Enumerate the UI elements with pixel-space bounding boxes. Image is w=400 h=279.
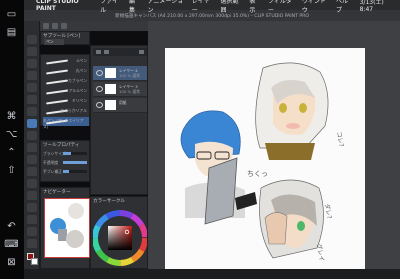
selection-tool-icon[interactable] <box>27 83 37 92</box>
layer-thumbnail <box>105 100 116 110</box>
new-layer-icon[interactable] <box>96 50 101 54</box>
brush-item[interactable]: ミリペン <box>43 97 89 106</box>
eyedropper-tool-icon[interactable] <box>27 107 37 116</box>
visibility-eye-icon[interactable] <box>96 102 103 108</box>
navigator-title: ナビゲーター <box>43 190 71 195</box>
hide-menu-icon[interactable]: ▤ <box>4 26 19 38</box>
zoom-tool-icon[interactable] <box>27 35 37 44</box>
figure-tool-icon[interactable] <box>27 215 37 224</box>
side-toolbar: ▭ ▤ ⌘ ⌥ ⌃ ⇧ ↶ ⌨ ⊠ <box>0 0 24 279</box>
operation-tool-icon[interactable] <box>27 59 37 68</box>
open-file-icon[interactable] <box>52 23 58 29</box>
tab-pen[interactable]: ペン <box>44 39 64 45</box>
delete-layer-icon[interactable] <box>139 50 144 54</box>
brush-item[interactable]: リアルGペン <box>43 87 89 96</box>
fill-tool-icon[interactable] <box>27 191 37 200</box>
layer-panel: レイヤー 4 100 % 通常 レイヤー 3 100 % 通常 用紙 <box>90 45 148 195</box>
move-layer-tool-icon[interactable] <box>27 71 37 80</box>
control-key-icon[interactable]: ⌃ <box>4 146 19 158</box>
balloon-tool-icon[interactable] <box>27 239 37 248</box>
sidebar-toggle-icon[interactable]: ▭ <box>4 8 19 20</box>
brush-item[interactable]: Gペン <box>43 57 89 66</box>
subtool-list: Gペン 丸ペン カブラペン リアルGペン ミリペン なめらかリアル 丸ペン (ア… <box>40 54 90 129</box>
layer-thumbnail <box>105 84 116 94</box>
gradient-tool-icon[interactable] <box>27 203 37 212</box>
visibility-eye-icon[interactable] <box>96 70 103 76</box>
new-folder-icon[interactable] <box>104 50 109 54</box>
illustration: ちくっ コレ? ダレ? グレイ <box>180 62 345 262</box>
visibility-eye-icon[interactable] <box>96 86 103 92</box>
stabilization-slider[interactable]: 手ブレ補正 <box>43 169 89 175</box>
tool-property-title: ツールプロパティ <box>43 143 80 148</box>
subtool-header: サブツール [ペン] ペン <box>40 31 90 45</box>
svg-text:コレ?: コレ? <box>335 131 345 147</box>
option-key-icon[interactable]: ⌥ <box>4 128 19 140</box>
layer-toolbar <box>93 48 147 56</box>
tool-palette <box>24 21 40 269</box>
layer-item[interactable]: 用紙 <box>93 98 147 113</box>
brush-item[interactable]: カブラペン <box>43 77 89 86</box>
brush-item-selected[interactable]: 丸ペン (アンチエイリアス) <box>43 117 89 129</box>
color-wheel[interactable] <box>93 205 147 268</box>
svg-text:ダレ?: ダレ? <box>323 203 334 219</box>
opacity-slider[interactable]: 不透明度 <box>43 160 89 166</box>
layer-item-selected[interactable]: レイヤー 4 100 % 通常 <box>93 66 147 81</box>
menu-bar: CLIP STUDIO PAINT ファイル 編集 アニメーション レイヤー 選… <box>24 0 400 21</box>
clock: 3/13(土) 8:47 <box>359 0 384 13</box>
menu-help[interactable]: ヘルプ <box>336 0 352 14</box>
shift-key-icon[interactable]: ⇧ <box>4 164 19 176</box>
drawing-canvas[interactable]: ちくっ コレ? ダレ? グレイ <box>165 48 365 269</box>
command-bar <box>40 21 148 31</box>
airbrush-tool-icon[interactable] <box>27 155 37 164</box>
brush-item[interactable]: なめらかリアル <box>43 107 89 116</box>
undo-icon[interactable]: ↶ <box>4 220 19 232</box>
new-file-icon[interactable] <box>43 23 49 29</box>
app-menu[interactable]: CLIP STUDIO PAINT <box>36 0 92 12</box>
disconnect-icon[interactable]: ⊠ <box>4 256 19 268</box>
color-circle-title: カラーサークル <box>93 199 125 204</box>
keyboard-icon[interactable]: ⌨ <box>4 238 19 250</box>
navigator-preview[interactable] <box>44 198 90 258</box>
pen-tool-icon[interactable] <box>27 119 37 128</box>
text-tool-icon[interactable] <box>27 227 37 236</box>
status-bar <box>24 269 400 279</box>
brush-size-slider[interactable]: ブラシサイズ <box>43 151 89 157</box>
layer-thumbnail <box>105 68 116 78</box>
layer-item[interactable]: レイヤー 3 100 % 通常 <box>93 82 147 97</box>
blend-tool-icon[interactable] <box>27 179 37 188</box>
color-circle-panel: カラーサークル <box>90 196 148 269</box>
pencil-tool-icon[interactable] <box>27 131 37 140</box>
sub-color-swatch[interactable] <box>31 258 38 265</box>
svg-text:ちくっ: ちくっ <box>247 170 268 178</box>
eraser-tool-icon[interactable] <box>27 167 37 176</box>
navigator-panel: ナビゲーター <box>40 187 90 269</box>
command-key-icon[interactable]: ⌘ <box>4 110 19 122</box>
tool-property-panel: ツールプロパティ ブラシサイズ 不透明度 手ブレ補正 <box>40 140 90 182</box>
svg-text:グレイ: グレイ <box>315 243 326 262</box>
move-tool-icon[interactable] <box>27 47 37 56</box>
brush-item[interactable]: 丸ペン <box>43 67 89 76</box>
brush-tool-icon[interactable] <box>27 143 37 152</box>
auto-select-tool-icon[interactable] <box>27 95 37 104</box>
save-icon[interactable] <box>61 23 67 29</box>
